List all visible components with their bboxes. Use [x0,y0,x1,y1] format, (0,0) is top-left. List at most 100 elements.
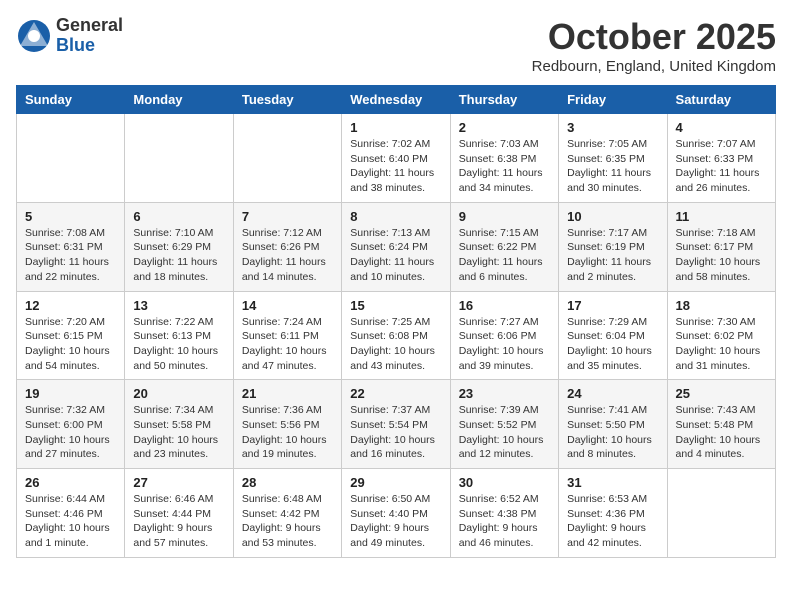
week-row: 26 Sunrise: 6:44 AM Sunset: 4:46 PM Dayli… [17,469,776,558]
day-number: 22 [350,386,441,401]
day-number: 1 [350,120,441,135]
calendar-cell: 5 Sunrise: 7:08 AM Sunset: 6:31 PM Daylig… [17,202,125,291]
day-info: Sunrise: 7:27 AM Sunset: 6:06 PM Dayligh… [459,315,550,374]
day-info: Sunrise: 7:17 AM Sunset: 6:19 PM Dayligh… [567,226,658,285]
day-of-week-header: Tuesday [233,86,341,114]
day-of-week-header: Thursday [450,86,558,114]
day-number: 12 [25,298,116,313]
day-number: 19 [25,386,116,401]
calendar-cell: 26 Sunrise: 6:44 AM Sunset: 4:46 PM Dayli… [17,469,125,558]
day-info: Sunrise: 7:02 AM Sunset: 6:40 PM Dayligh… [350,137,441,196]
calendar-cell: 24Sunrise: 7:41 AM Sunset: 5:50 PM Dayli… [559,380,667,469]
day-info: Sunrise: 7:20 AM Sunset: 6:15 PM Dayligh… [25,315,116,374]
week-row: 5 Sunrise: 7:08 AM Sunset: 6:31 PM Daylig… [17,202,776,291]
day-number: 8 [350,209,441,224]
calendar-cell: 19 Sunrise: 7:32 AM Sunset: 6:00 PM Dayli… [17,380,125,469]
day-info: Sunrise: 6:46 AM Sunset: 4:44 PM Dayligh… [133,492,224,551]
logo: General Blue [16,16,123,56]
calendar-cell [667,469,775,558]
day-info: Sunrise: 7:15 AM Sunset: 6:22 PM Dayligh… [459,226,550,285]
calendar-cell: 21 Sunrise: 7:36 AM Sunset: 5:56 PM Dayli… [233,380,341,469]
calendar-cell: 23 Sunrise: 7:39 AM Sunset: 5:52 PM Dayli… [450,380,558,469]
day-number: 10 [567,209,658,224]
day-number: 20 [133,386,224,401]
day-info: Sunrise: 7:29 AM Sunset: 6:04 PM Dayligh… [567,315,658,374]
week-row: 1 Sunrise: 7:02 AM Sunset: 6:40 PM Daylig… [17,114,776,203]
day-of-week-header: Wednesday [342,86,450,114]
day-info: Sunrise: 6:44 AM Sunset: 4:46 PM Dayligh… [25,492,116,551]
day-info: Sunrise: 7:05 AM Sunset: 6:35 PM Dayligh… [567,137,658,196]
calendar-cell: 14 Sunrise: 7:24 AM Sunset: 6:11 PM Dayli… [233,291,341,380]
day-number: 14 [242,298,333,313]
calendar-cell: 1 Sunrise: 7:02 AM Sunset: 6:40 PM Daylig… [342,114,450,203]
day-info: Sunrise: 7:30 AM Sunset: 6:02 PM Dayligh… [676,315,767,374]
week-row: 12 Sunrise: 7:20 AM Sunset: 6:15 PM Dayli… [17,291,776,380]
day-info: Sunrise: 7:32 AM Sunset: 6:00 PM Dayligh… [25,403,116,462]
day-number: 15 [350,298,441,313]
day-info: Sunrise: 7:03 AM Sunset: 6:38 PM Dayligh… [459,137,550,196]
calendar-cell: 3 Sunrise: 7:05 AM Sunset: 6:35 PM Daylig… [559,114,667,203]
calendar-cell: 7 Sunrise: 7:12 AM Sunset: 6:26 PM Daylig… [233,202,341,291]
calendar-cell: 25Sunrise: 7:43 AM Sunset: 5:48 PM Dayli… [667,380,775,469]
day-number: 6 [133,209,224,224]
logo-icon [16,18,52,54]
logo-text: General Blue [56,16,123,56]
calendar-cell: 12 Sunrise: 7:20 AM Sunset: 6:15 PM Dayli… [17,291,125,380]
calendar-cell: 27 Sunrise: 6:46 AM Sunset: 4:44 PM Dayli… [125,469,233,558]
calendar-cell: 22Sunrise: 7:37 AM Sunset: 5:54 PM Dayli… [342,380,450,469]
day-number: 2 [459,120,550,135]
day-info: Sunrise: 6:50 AM Sunset: 4:40 PM Dayligh… [350,492,441,551]
day-info: Sunrise: 6:48 AM Sunset: 4:42 PM Dayligh… [242,492,333,551]
day-info: Sunrise: 7:39 AM Sunset: 5:52 PM Dayligh… [459,403,550,462]
calendar-cell: 13Sunrise: 7:22 AM Sunset: 6:13 PM Dayli… [125,291,233,380]
day-number: 30 [459,475,550,490]
calendar-cell: 28 Sunrise: 6:48 AM Sunset: 4:42 PM Dayli… [233,469,341,558]
day-number: 24 [567,386,658,401]
day-info: Sunrise: 7:10 AM Sunset: 6:29 PM Dayligh… [133,226,224,285]
day-number: 21 [242,386,333,401]
day-number: 26 [25,475,116,490]
header: General Blue October 2025 Redbourn, Engl… [16,16,776,75]
calendar-cell: 2 Sunrise: 7:03 AM Sunset: 6:38 PM Daylig… [450,114,558,203]
day-number: 28 [242,475,333,490]
day-info: Sunrise: 7:08 AM Sunset: 6:31 PM Dayligh… [25,226,116,285]
calendar-cell: 10 Sunrise: 7:17 AM Sunset: 6:19 PM Dayli… [559,202,667,291]
day-of-week-header: Monday [125,86,233,114]
day-info: Sunrise: 7:43 AM Sunset: 5:48 PM Dayligh… [676,403,767,462]
day-number: 29 [350,475,441,490]
day-info: Sunrise: 7:12 AM Sunset: 6:26 PM Dayligh… [242,226,333,285]
page: General Blue October 2025 Redbourn, Engl… [0,0,792,574]
day-info: Sunrise: 6:52 AM Sunset: 4:38 PM Dayligh… [459,492,550,551]
day-number: 13 [133,298,224,313]
day-number: 4 [676,120,767,135]
day-info: Sunrise: 7:36 AM Sunset: 5:56 PM Dayligh… [242,403,333,462]
day-number: 5 [25,209,116,224]
day-info: Sunrise: 7:24 AM Sunset: 6:11 PM Dayligh… [242,315,333,374]
logo-general: General [56,16,123,36]
day-number: 16 [459,298,550,313]
calendar-cell: 20Sunrise: 7:34 AM Sunset: 5:58 PM Dayli… [125,380,233,469]
calendar-cell: 6 Sunrise: 7:10 AM Sunset: 6:29 PM Daylig… [125,202,233,291]
day-number: 27 [133,475,224,490]
logo-blue: Blue [56,36,123,56]
day-info: Sunrise: 7:18 AM Sunset: 6:17 PM Dayligh… [676,226,767,285]
day-number: 23 [459,386,550,401]
day-number: 3 [567,120,658,135]
header-row: SundayMondayTuesdayWednesdayThursdayFrid… [17,86,776,114]
calendar-cell: 4Sunrise: 7:07 AM Sunset: 6:33 PM Daylig… [667,114,775,203]
day-of-week-header: Saturday [667,86,775,114]
day-number: 7 [242,209,333,224]
calendar-cell: 8Sunrise: 7:13 AM Sunset: 6:24 PM Daylig… [342,202,450,291]
calendar-cell [17,114,125,203]
calendar-cell: 17Sunrise: 7:29 AM Sunset: 6:04 PM Dayli… [559,291,667,380]
calendar-cell: 15 Sunrise: 7:25 AM Sunset: 6:08 PM Dayli… [342,291,450,380]
calendar-cell: 29 Sunrise: 6:50 AM Sunset: 4:40 PM Dayli… [342,469,450,558]
calendar-cell: 9Sunrise: 7:15 AM Sunset: 6:22 PM Daylig… [450,202,558,291]
day-info: Sunrise: 7:25 AM Sunset: 6:08 PM Dayligh… [350,315,441,374]
title-block: October 2025 Redbourn, England, United K… [532,16,776,75]
calendar-cell: 16 Sunrise: 7:27 AM Sunset: 6:06 PM Dayli… [450,291,558,380]
calendar-cell [233,114,341,203]
day-number: 31 [567,475,658,490]
calendar-cell [125,114,233,203]
calendar-cell: 30 Sunrise: 6:52 AM Sunset: 4:38 PM Dayli… [450,469,558,558]
